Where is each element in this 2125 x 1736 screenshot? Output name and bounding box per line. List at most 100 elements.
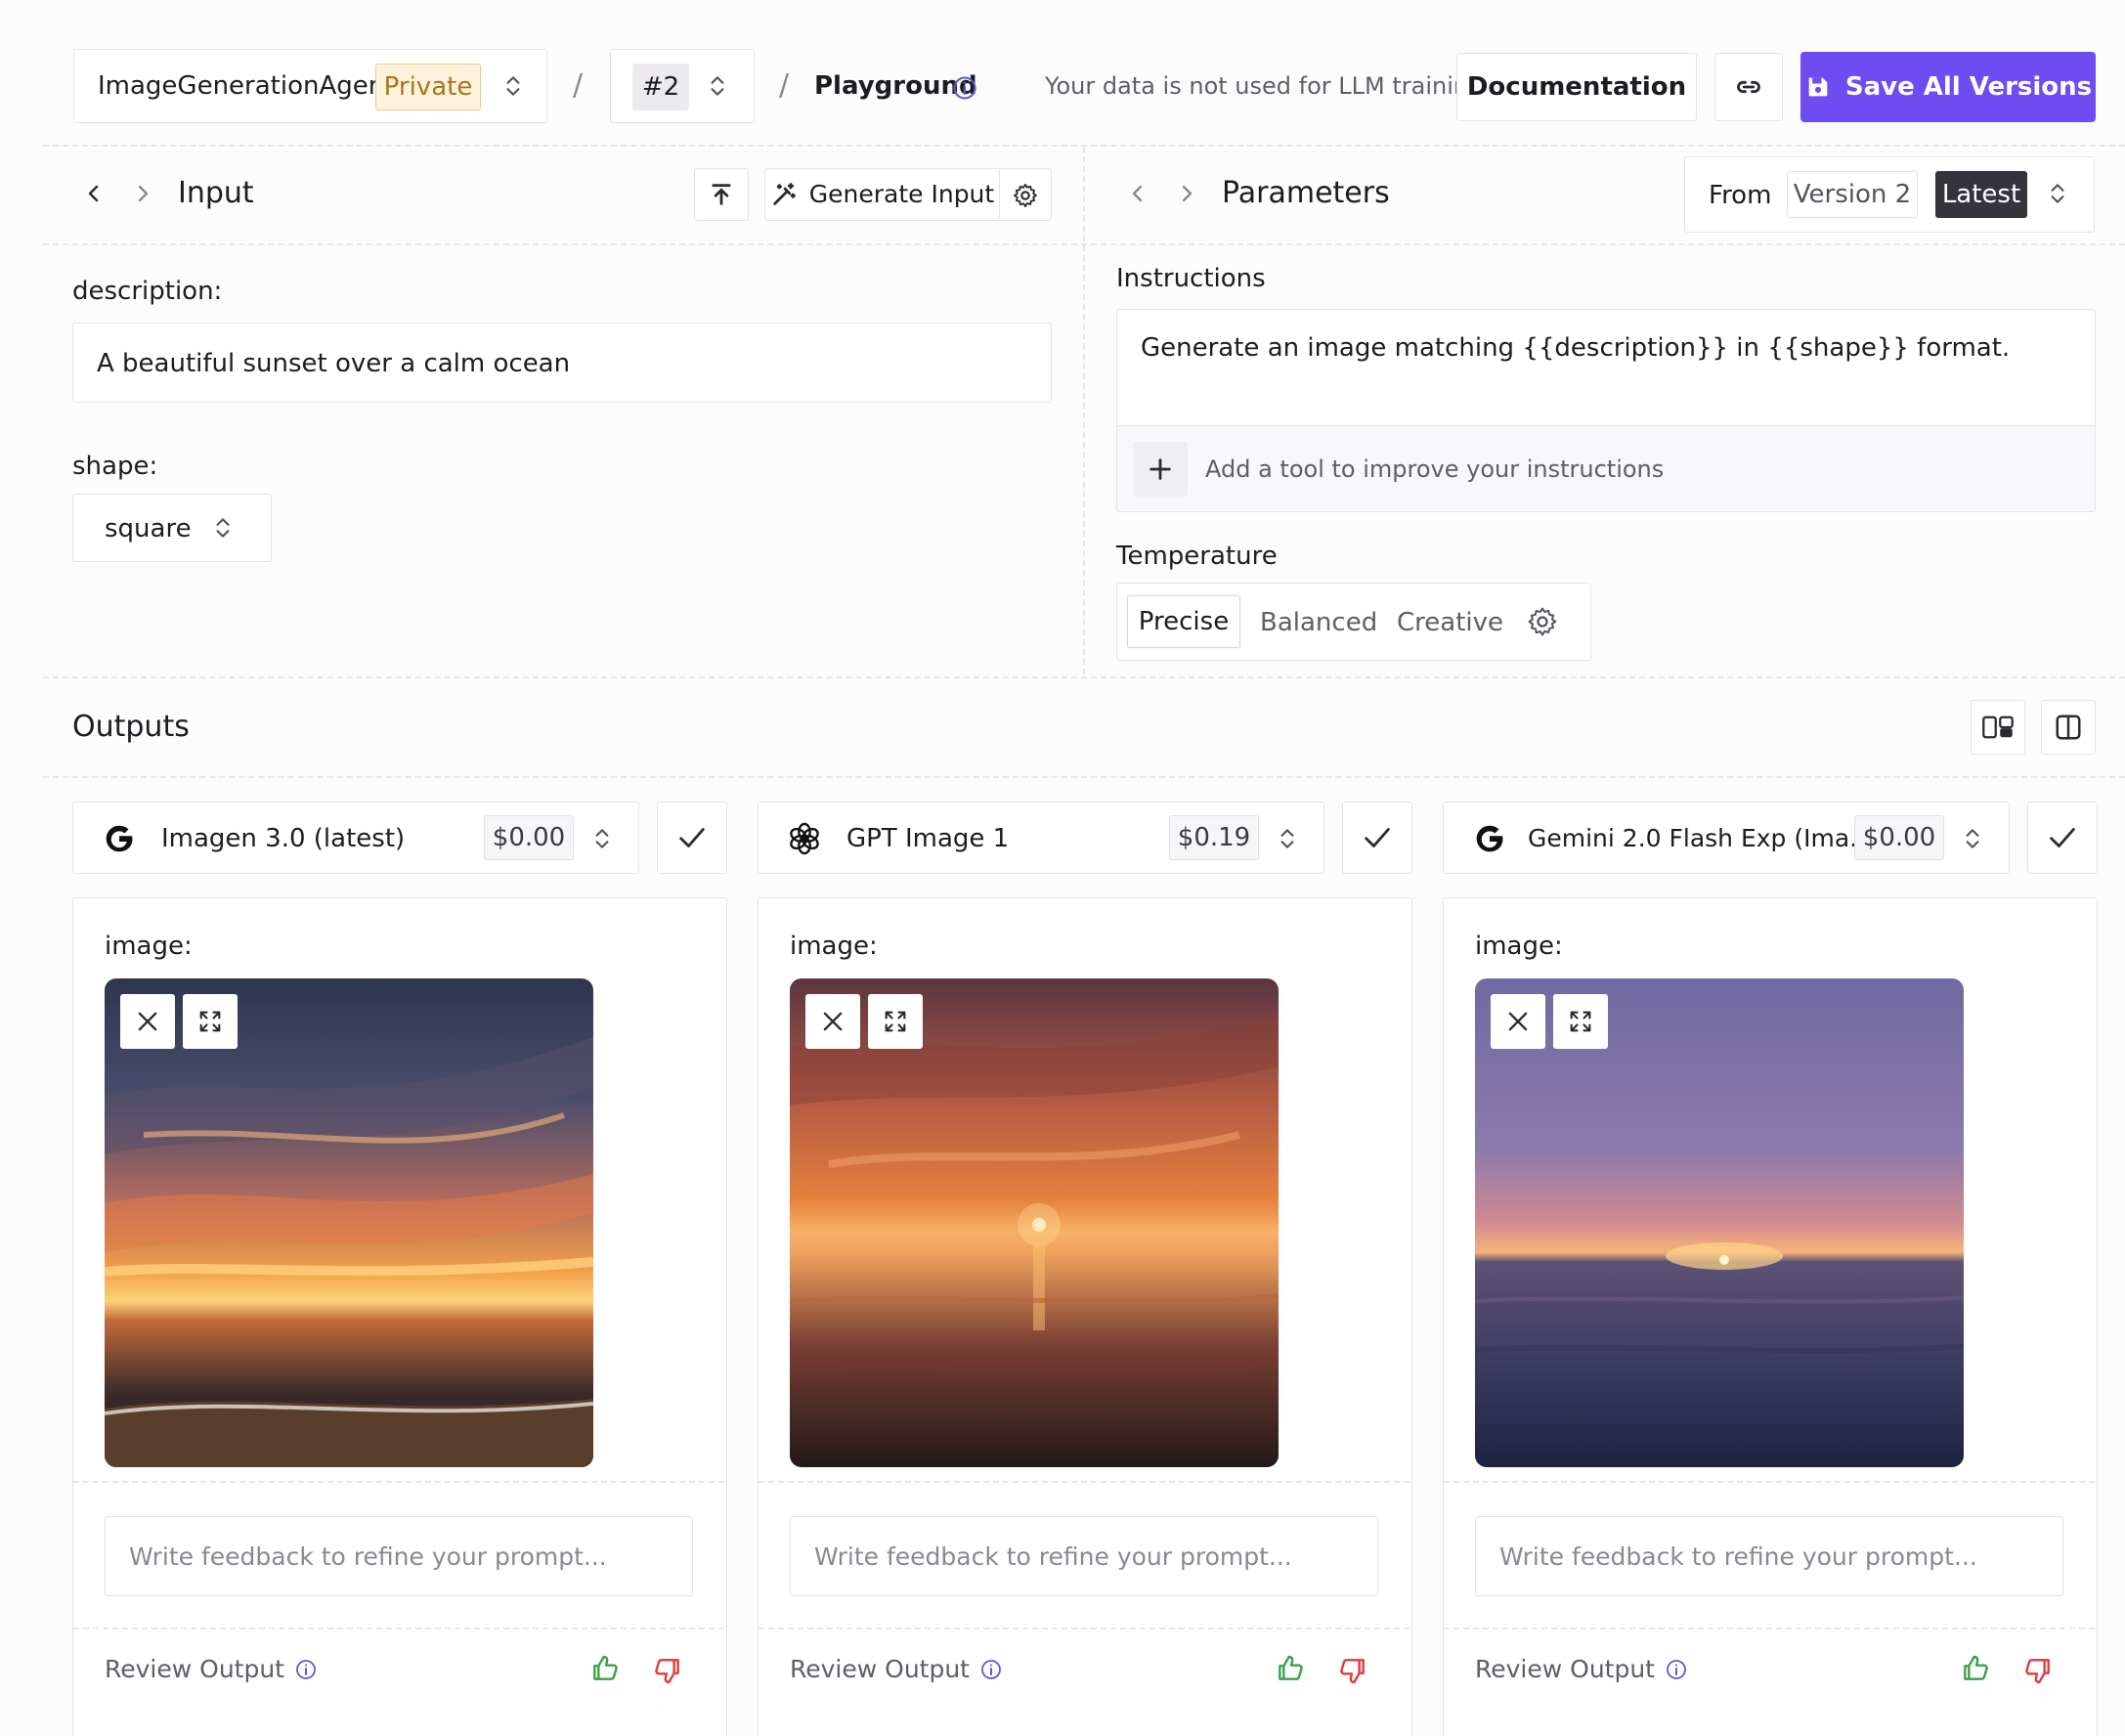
parameters-panel-title: Parameters <box>1222 176 1390 210</box>
from-label: From <box>1709 181 1772 210</box>
add-tool-button[interactable] <box>1133 442 1188 497</box>
image-label: image: <box>790 932 878 961</box>
temperature-option-precise[interactable]: Precise <box>1127 595 1240 648</box>
select-output-button[interactable] <box>1342 802 1412 874</box>
input-panel-title: Input <box>178 176 254 210</box>
chevron-right-icon[interactable] <box>131 182 154 205</box>
model-selector[interactable]: Gemini 2.0 Flash Exp (Ima... $0.00 <box>1443 802 2010 874</box>
check-icon <box>1361 821 1394 854</box>
outputs-title: Outputs <box>72 710 190 744</box>
review-output-label: Review Output <box>105 1655 284 1683</box>
remove-image-button[interactable] <box>120 994 175 1049</box>
thumbs-up-icon[interactable] <box>589 1653 621 1684</box>
generated-image[interactable] <box>790 978 1279 1467</box>
model-price: $0.19 <box>1169 815 1259 860</box>
thumbs-down-icon[interactable] <box>652 1655 683 1686</box>
agent-selector[interactable]: ImageGenerationAgent Private <box>73 49 547 123</box>
openai-icon <box>786 820 823 857</box>
remove-image-button[interactable] <box>805 994 860 1049</box>
close-icon <box>819 1008 846 1035</box>
temperature-selector: Precise Balanced Creative <box>1116 583 1591 661</box>
expand-image-button[interactable] <box>183 994 238 1049</box>
chevron-left-icon[interactable] <box>82 182 106 205</box>
shape-label: shape: <box>72 452 158 481</box>
google-icon <box>1471 820 1508 857</box>
feedback-input[interactable]: Write feedback to refine your prompt... <box>105 1516 693 1596</box>
breadcrumb-separator: / <box>779 68 790 103</box>
feedback-placeholder: Write feedback to refine your prompt... <box>814 1542 1292 1571</box>
temperature-label: Temperature <box>1116 542 1278 571</box>
thumbs-up-icon[interactable] <box>1960 1653 1991 1684</box>
temperature-settings-icon[interactable] <box>1526 605 1559 638</box>
add-tool-label: Add a tool to improve your instructions <box>1205 456 1665 483</box>
layout-split-icon <box>1982 716 2014 739</box>
model-name: GPT Image 1 <box>846 824 1010 853</box>
description-label: description: <box>72 277 223 306</box>
feedback-placeholder: Write feedback to refine your prompt... <box>1499 1542 1977 1571</box>
save-icon <box>1808 77 1828 97</box>
model-selector[interactable]: GPT Image 1 $0.19 <box>758 802 1324 874</box>
layout-grid-button[interactable] <box>1971 700 2025 755</box>
gear-icon[interactable] <box>1012 182 1039 209</box>
visibility-badge: Private <box>375 64 481 110</box>
documentation-button[interactable]: Documentation <box>1456 53 1697 121</box>
description-input[interactable]: A beautiful sunset over a calm ocean <box>72 323 1052 403</box>
copy-link-button[interactable] <box>1714 53 1783 121</box>
info-icon[interactable] <box>294 1658 318 1681</box>
shape-value: square <box>105 514 192 543</box>
feedback-placeholder: Write feedback to refine your prompt... <box>129 1542 607 1571</box>
chevron-right-icon[interactable] <box>1175 182 1198 205</box>
close-icon <box>1504 1008 1532 1035</box>
remove-image-button[interactable] <box>1491 994 1545 1049</box>
feedback-input[interactable]: Write feedback to refine your prompt... <box>790 1516 1378 1596</box>
model-selector[interactable]: Imagen 3.0 (latest) $0.00 <box>72 802 639 874</box>
google-icon <box>101 820 138 857</box>
chevron-left-icon[interactable] <box>1126 182 1149 205</box>
thumbs-up-icon[interactable] <box>1275 1653 1306 1684</box>
info-icon[interactable] <box>979 1658 1003 1681</box>
model-price: $0.00 <box>484 815 574 860</box>
thumbs-down-icon[interactable] <box>2022 1655 2054 1686</box>
instructions-editor[interactable]: Generate an image matching {{description… <box>1116 309 2096 512</box>
thumbs-down-icon[interactable] <box>1337 1655 1368 1686</box>
select-output-button[interactable] <box>2027 802 2098 874</box>
breadcrumb-separator: / <box>573 68 584 103</box>
upload-input-button[interactable] <box>694 168 749 221</box>
columns-icon <box>2056 715 2081 740</box>
output-card: image: Write feedback to refine your pro… <box>1443 897 2098 1736</box>
generate-input-group: Generate Input <box>764 168 1052 221</box>
check-icon <box>2046 821 2079 854</box>
feedback-input[interactable]: Write feedback to refine your prompt... <box>1475 1516 2063 1596</box>
output-card: image: Write feedback to refine your pro… <box>72 897 727 1736</box>
add-tool-bar[interactable]: Add a tool to improve your instructions <box>1117 425 2095 511</box>
version-compare-selector[interactable]: From Version 2 Latest <box>1684 156 2095 233</box>
temperature-option-balanced[interactable]: Balanced <box>1260 608 1377 637</box>
expand-image-button[interactable] <box>1553 994 1608 1049</box>
latest-option[interactable]: Latest <box>1935 171 2027 218</box>
model-price: $0.00 <box>1854 815 1944 860</box>
chevron-updown-icon <box>210 515 236 541</box>
info-icon[interactable] <box>951 74 978 102</box>
upload-icon <box>712 184 731 205</box>
review-output-label: Review Output <box>1475 1655 1655 1683</box>
version-selector[interactable]: #2 <box>610 49 755 123</box>
generate-input-button[interactable]: Generate Input <box>765 169 1000 219</box>
link-icon <box>1737 80 1760 94</box>
generated-image[interactable] <box>105 978 593 1467</box>
check-icon <box>675 821 709 854</box>
shape-select[interactable]: square <box>72 494 272 562</box>
privacy-note: Your data is not used for LLM training. <box>1045 72 1491 100</box>
chevron-updown-icon <box>500 73 526 99</box>
select-output-button[interactable] <box>657 802 727 874</box>
expand-icon <box>196 1008 224 1035</box>
expand-image-button[interactable] <box>868 994 923 1049</box>
instructions-text: Generate an image matching {{description… <box>1141 333 2011 363</box>
temperature-option-creative[interactable]: Creative <box>1397 608 1503 637</box>
layout-columns-button[interactable] <box>2041 700 2096 755</box>
info-icon[interactable] <box>1665 1658 1688 1681</box>
generated-image[interactable] <box>1475 978 1964 1467</box>
save-all-versions-button[interactable]: Save All Versions <box>1800 52 2096 122</box>
description-value: A beautiful sunset over a calm ocean <box>97 349 571 378</box>
version-option[interactable]: Version 2 <box>1787 171 1918 218</box>
chevron-updown-icon <box>2045 181 2070 206</box>
